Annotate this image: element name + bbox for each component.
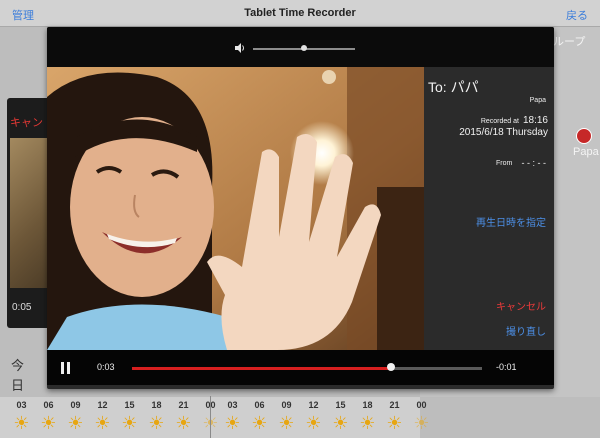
volume-strip [47, 27, 554, 67]
timeline-hour-label: 09 [281, 400, 292, 410]
pause-icon[interactable] [61, 362, 71, 374]
timeline-hours-right: 03 06 09 12 15 18 21 00 [219, 400, 435, 410]
sun-icon: ☀ [251, 413, 268, 433]
current-time: 0:03 [97, 362, 115, 372]
top-navbar: 管理 Tablet Time Recorder 戻る [0, 0, 600, 27]
timeline-hour-label: 15 [124, 400, 135, 410]
timeline-hour-label: 12 [308, 400, 319, 410]
sun-icon: ☀ [359, 413, 376, 433]
recording-info-panel: To: パパ Papa Recorded at 18:16 2015/6/18 T… [424, 67, 554, 363]
background-card-cancel: キャン [10, 117, 43, 129]
recipient-sub: Papa [529, 97, 546, 104]
papa-label: Papa [573, 146, 599, 158]
timeline-hour-label: 06 [43, 400, 54, 410]
recorded-date: 2015/6/18 Thursday [459, 127, 548, 138]
sun-icon: ☀ [305, 413, 322, 433]
from-label: From [496, 160, 513, 167]
back-button[interactable]: 戻る [566, 7, 588, 23]
sun-icon: ☀ [94, 413, 111, 433]
timeline-hour-label: 18 [362, 400, 373, 410]
recorded-time: 18:16 [522, 115, 548, 126]
sun-icon: ☀ [224, 413, 241, 433]
seek-progress [132, 367, 391, 370]
sun-icon: ☀ [175, 413, 192, 433]
timeline-hour-label: 12 [97, 400, 108, 410]
app-title: Tablet Time Recorder [244, 7, 356, 19]
group-label: ループ [553, 36, 586, 48]
sun-icon: ☀ [386, 413, 403, 433]
video-frame[interactable] [47, 67, 424, 350]
remaining-time: -0:01 [496, 362, 517, 372]
sun-icon: ☀ [278, 413, 295, 433]
timeline-divider [210, 396, 211, 438]
seek-bar[interactable] [132, 367, 482, 370]
timeline-hour-label: 09 [70, 400, 81, 410]
background-card-photo [10, 138, 48, 288]
background-card-time: 0:05 [12, 302, 32, 313]
retake-button[interactable]: 撮り直し [506, 323, 546, 338]
seek-thumb[interactable] [387, 363, 395, 371]
playback-controls: 0:03 -0:01 [47, 350, 554, 385]
recorded-at-label: Recorded at [480, 118, 519, 125]
schedule-playback-link[interactable]: 再生日時を指定 [476, 214, 546, 229]
video-preview-modal: To: パパ Papa Recorded at 18:16 2015/6/18 T… [47, 27, 554, 389]
recorded-at: Recorded at 18:16 [481, 115, 548, 126]
timeline-hour-label: 21 [389, 400, 400, 410]
sun-icon: ☀ [413, 413, 430, 433]
sun-icon: ☀ [40, 413, 57, 433]
recipient-label: To: パパ [428, 79, 479, 95]
volume-thumb[interactable] [301, 45, 307, 51]
timeline-hour-label: 06 [254, 400, 265, 410]
timeline-hour-label: 15 [335, 400, 346, 410]
sun-icon: ☀ [332, 413, 349, 433]
sun-icon: ☀ [148, 413, 165, 433]
record-dot-icon [576, 128, 592, 144]
from-value: - - : - - [521, 158, 547, 168]
sun-icon: ☀ [67, 413, 84, 433]
sun-icon: ☀ [121, 413, 138, 433]
today-label: 今日 [11, 358, 25, 393]
timeline-weather-left: ☀☀☀☀☀☀☀☀ [8, 412, 224, 434]
timeline-hours-left: 0306091215182100 [8, 400, 224, 410]
timeline-hour-label: 21 [178, 400, 189, 410]
sun-icon: ☀ [13, 413, 30, 433]
timeline-hour-label: 03 [16, 400, 27, 410]
speaker-icon [235, 43, 244, 53]
timeline-hour-label: 18 [151, 400, 162, 410]
timeline-hour-label: 03 [227, 400, 238, 410]
timeline-weather-right: ☀ ☀ ☀ ☀ ☀ ☀ ☀ ☀ [219, 412, 435, 434]
cancel-button[interactable]: キャンセル [496, 298, 546, 313]
timeline-hour-label: 00 [416, 400, 427, 410]
